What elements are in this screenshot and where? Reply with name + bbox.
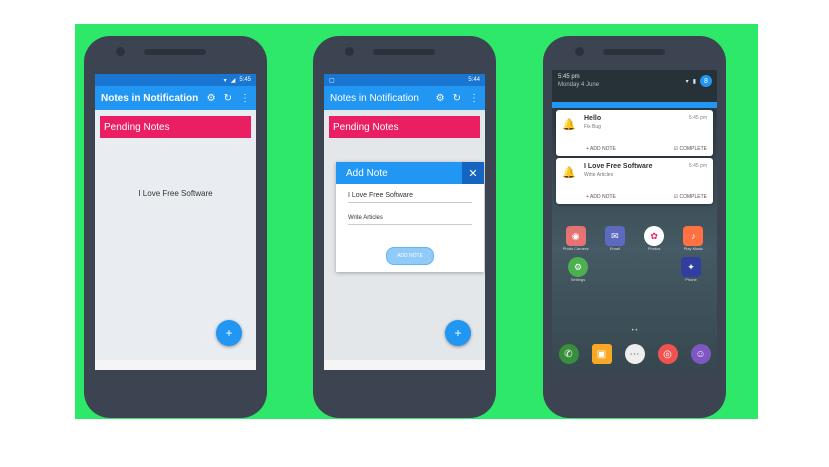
messenger-icon[interactable]: ▣ [591, 344, 612, 364]
settings-icon[interactable]: ⚙ [436, 93, 445, 104]
note-title-field[interactable]: I Love Free Software [348, 192, 472, 203]
status-time: 5:44 [468, 77, 480, 83]
camera-icon: ◉ [565, 226, 586, 246]
notification-subtitle: Write Articles [584, 172, 614, 178]
refresh-icon[interactable]: ↻ [224, 93, 232, 104]
notification-card[interactable]: 🔔 Hello Fix Bug 5:45 pm + ADD NOTE ☑ COM… [556, 110, 713, 156]
phone-3: 5:45 pm Monday 4 June ▾ ▮ 8 🔔 Hello Fix … [543, 36, 726, 418]
shade-strip [552, 102, 717, 108]
phone-icon[interactable]: ✆ [558, 344, 579, 364]
dock: ✆ ▣ ⋯ ◎ ☺ [552, 344, 717, 364]
photos-icon: ✿ [644, 226, 665, 246]
app-bar: Notes in Notification ⚙ ↻ ⋮ [324, 86, 485, 110]
overflow-menu-icon[interactable]: ⋮ [469, 93, 479, 104]
app-bar: Notes in Notification ⚙ ↻ ⋮ [95, 86, 256, 110]
add-note-action[interactable]: + ADD NOTE [586, 146, 616, 152]
speaker [373, 49, 435, 55]
notification-subtitle: Fix Bug [584, 124, 601, 130]
phone-1: ▾ ◢ 5:45 Notes in Notification ⚙ ↻ ⋮ Pen… [84, 36, 267, 418]
screen-dialog: ▢ 5:44 Notes in Notification ⚙ ↻ ⋮ Pendi… [324, 74, 485, 370]
add-note-button[interactable]: ADD NOTE [386, 247, 434, 265]
wifi-icon: ▾ [685, 78, 689, 85]
close-icon[interactable]: ✕ [462, 162, 484, 184]
pending-notes-header: Pending Notes [100, 116, 251, 138]
wifi-icon: ▾ [223, 77, 227, 84]
notification-time: 5:45 pm [688, 163, 707, 169]
notification-title: I Love Free Software [584, 163, 653, 170]
bell-icon: 🔔 [562, 167, 576, 179]
app-email[interactable]: ✉ Email [601, 226, 629, 251]
note-body-field[interactable]: Write Articles [348, 215, 472, 225]
settings-icon[interactable]: ⚙ [207, 93, 216, 104]
app-phone[interactable]: ✦ Phone [677, 257, 705, 282]
home-app-grid: ◉ Photo Camera ✉ Email ✿ Photos ♪ Play Music… [552, 220, 717, 282]
status-bar: ▾ ◢ 5:45 [95, 74, 256, 86]
notification-actions: + ADD NOTE ☑ COMPLETE [586, 194, 707, 200]
launcher-icon: ✦ [681, 257, 701, 277]
complete-action[interactable]: ☑ COMPLETE [674, 146, 707, 152]
nav-bar [95, 360, 256, 370]
note-item[interactable]: I Love Free Software [95, 189, 256, 198]
screen-main: ▾ ◢ 5:45 Notes in Notification ⚙ ↻ ⋮ Pen… [95, 74, 256, 370]
screen-home-notifications: 5:45 pm Monday 4 June ▾ ▮ 8 🔔 Hello Fix … [552, 70, 717, 370]
camera [116, 47, 125, 56]
status-time: 5:45 [239, 77, 251, 83]
battery-icon: ▮ [692, 78, 696, 85]
dialog-header: Add Note ✕ [336, 162, 484, 184]
bell-icon: 🔔 [562, 119, 576, 131]
speaker [603, 49, 665, 55]
add-note-fab[interactable]: + [216, 320, 242, 346]
app-title: Notes in Notification [330, 92, 419, 104]
app-title: Notes in Notification [101, 92, 199, 104]
app-photos[interactable]: ✿ Photos [640, 226, 668, 251]
apps-drawer-icon[interactable]: ⋯ [624, 344, 645, 364]
app-photo-camera[interactable]: ◉ Photo Camera [562, 226, 590, 251]
notification-icon: ▢ [329, 77, 335, 84]
app-play-music[interactable]: ♪ Play Music [679, 226, 707, 251]
chrome-icon[interactable]: ◎ [657, 344, 678, 364]
page-indicator: • • [631, 328, 638, 334]
add-note-dialog: Add Note ✕ I Love Free Software Write Ar… [336, 162, 484, 272]
notification-title: Hello [584, 115, 602, 122]
speaker [144, 49, 206, 55]
signal-icon: ◢ [230, 77, 236, 84]
notification-actions: + ADD NOTE ☑ COMPLETE [586, 146, 707, 152]
phone-2: ▢ 5:44 Notes in Notification ⚙ ↻ ⋮ Pendi… [313, 36, 496, 418]
settings-app-icon: ⚙ [568, 257, 588, 277]
dialog-title: Add Note [346, 167, 388, 179]
camera [345, 47, 354, 56]
refresh-icon[interactable]: ↻ [453, 93, 461, 104]
add-note-action[interactable]: + ADD NOTE [586, 194, 616, 200]
camera [575, 47, 584, 56]
avatar[interactable]: 8 [700, 75, 712, 87]
app-settings[interactable]: ⚙ Settings [564, 257, 592, 282]
notification-shade-header: 5:45 pm Monday 4 June ▾ ▮ 8 [552, 70, 717, 102]
music-icon: ♪ [683, 226, 704, 246]
status-bar: ▢ 5:44 [324, 74, 485, 86]
pending-notes-header: Pending Notes [329, 116, 480, 138]
overflow-menu-icon[interactable]: ⋮ [240, 93, 250, 104]
notification-time: 5:45 pm [688, 115, 707, 121]
notification-card[interactable]: 🔔 I Love Free Software Write Articles 5:… [556, 158, 713, 204]
email-icon: ✉ [604, 226, 625, 246]
contacts-icon[interactable]: ☺ [690, 344, 711, 364]
shade-status-icons: ▾ ▮ 8 [686, 75, 712, 87]
complete-action[interactable]: ☑ COMPLETE [674, 194, 707, 200]
nav-bar [324, 360, 485, 370]
add-note-fab[interactable]: + [445, 320, 471, 346]
